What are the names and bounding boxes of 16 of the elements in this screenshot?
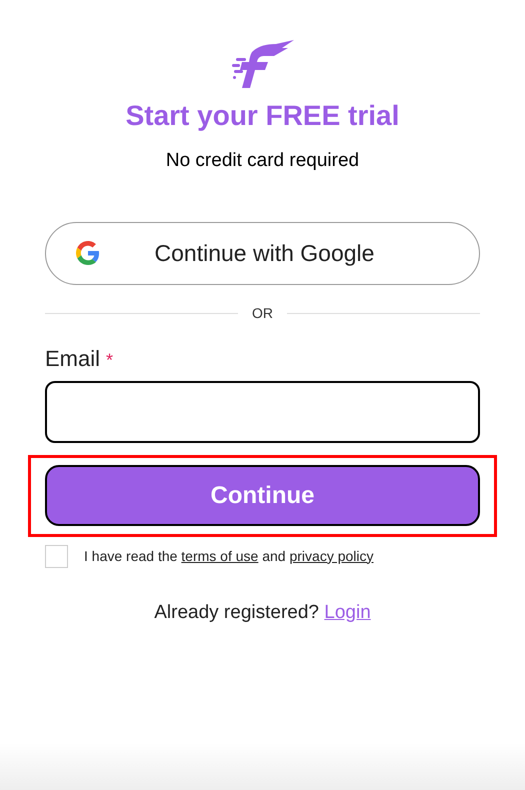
subtitle: No credit card required: [166, 149, 360, 173]
login-prompt: Already registered? Login: [154, 600, 371, 624]
email-label: Email: [45, 344, 100, 372]
google-icon: [76, 241, 100, 265]
agreement-checkbox[interactable]: [45, 544, 68, 568]
agreement-text: I have read the terms of use and privacy policy: [84, 546, 374, 566]
privacy-link[interactable]: privacy policy: [289, 548, 374, 564]
continue-button[interactable]: Continue: [45, 465, 480, 526]
required-mark: *: [106, 348, 114, 372]
title: Start your FREE trial: [126, 99, 400, 133]
google-button[interactable]: Continue with Google: [45, 222, 480, 284]
terms-link[interactable]: terms of use: [181, 548, 258, 564]
email-field[interactable]: [45, 380, 480, 442]
or-label: OR: [252, 304, 273, 322]
logo-icon: [230, 38, 296, 90]
login-link[interactable]: Login: [324, 602, 371, 622]
